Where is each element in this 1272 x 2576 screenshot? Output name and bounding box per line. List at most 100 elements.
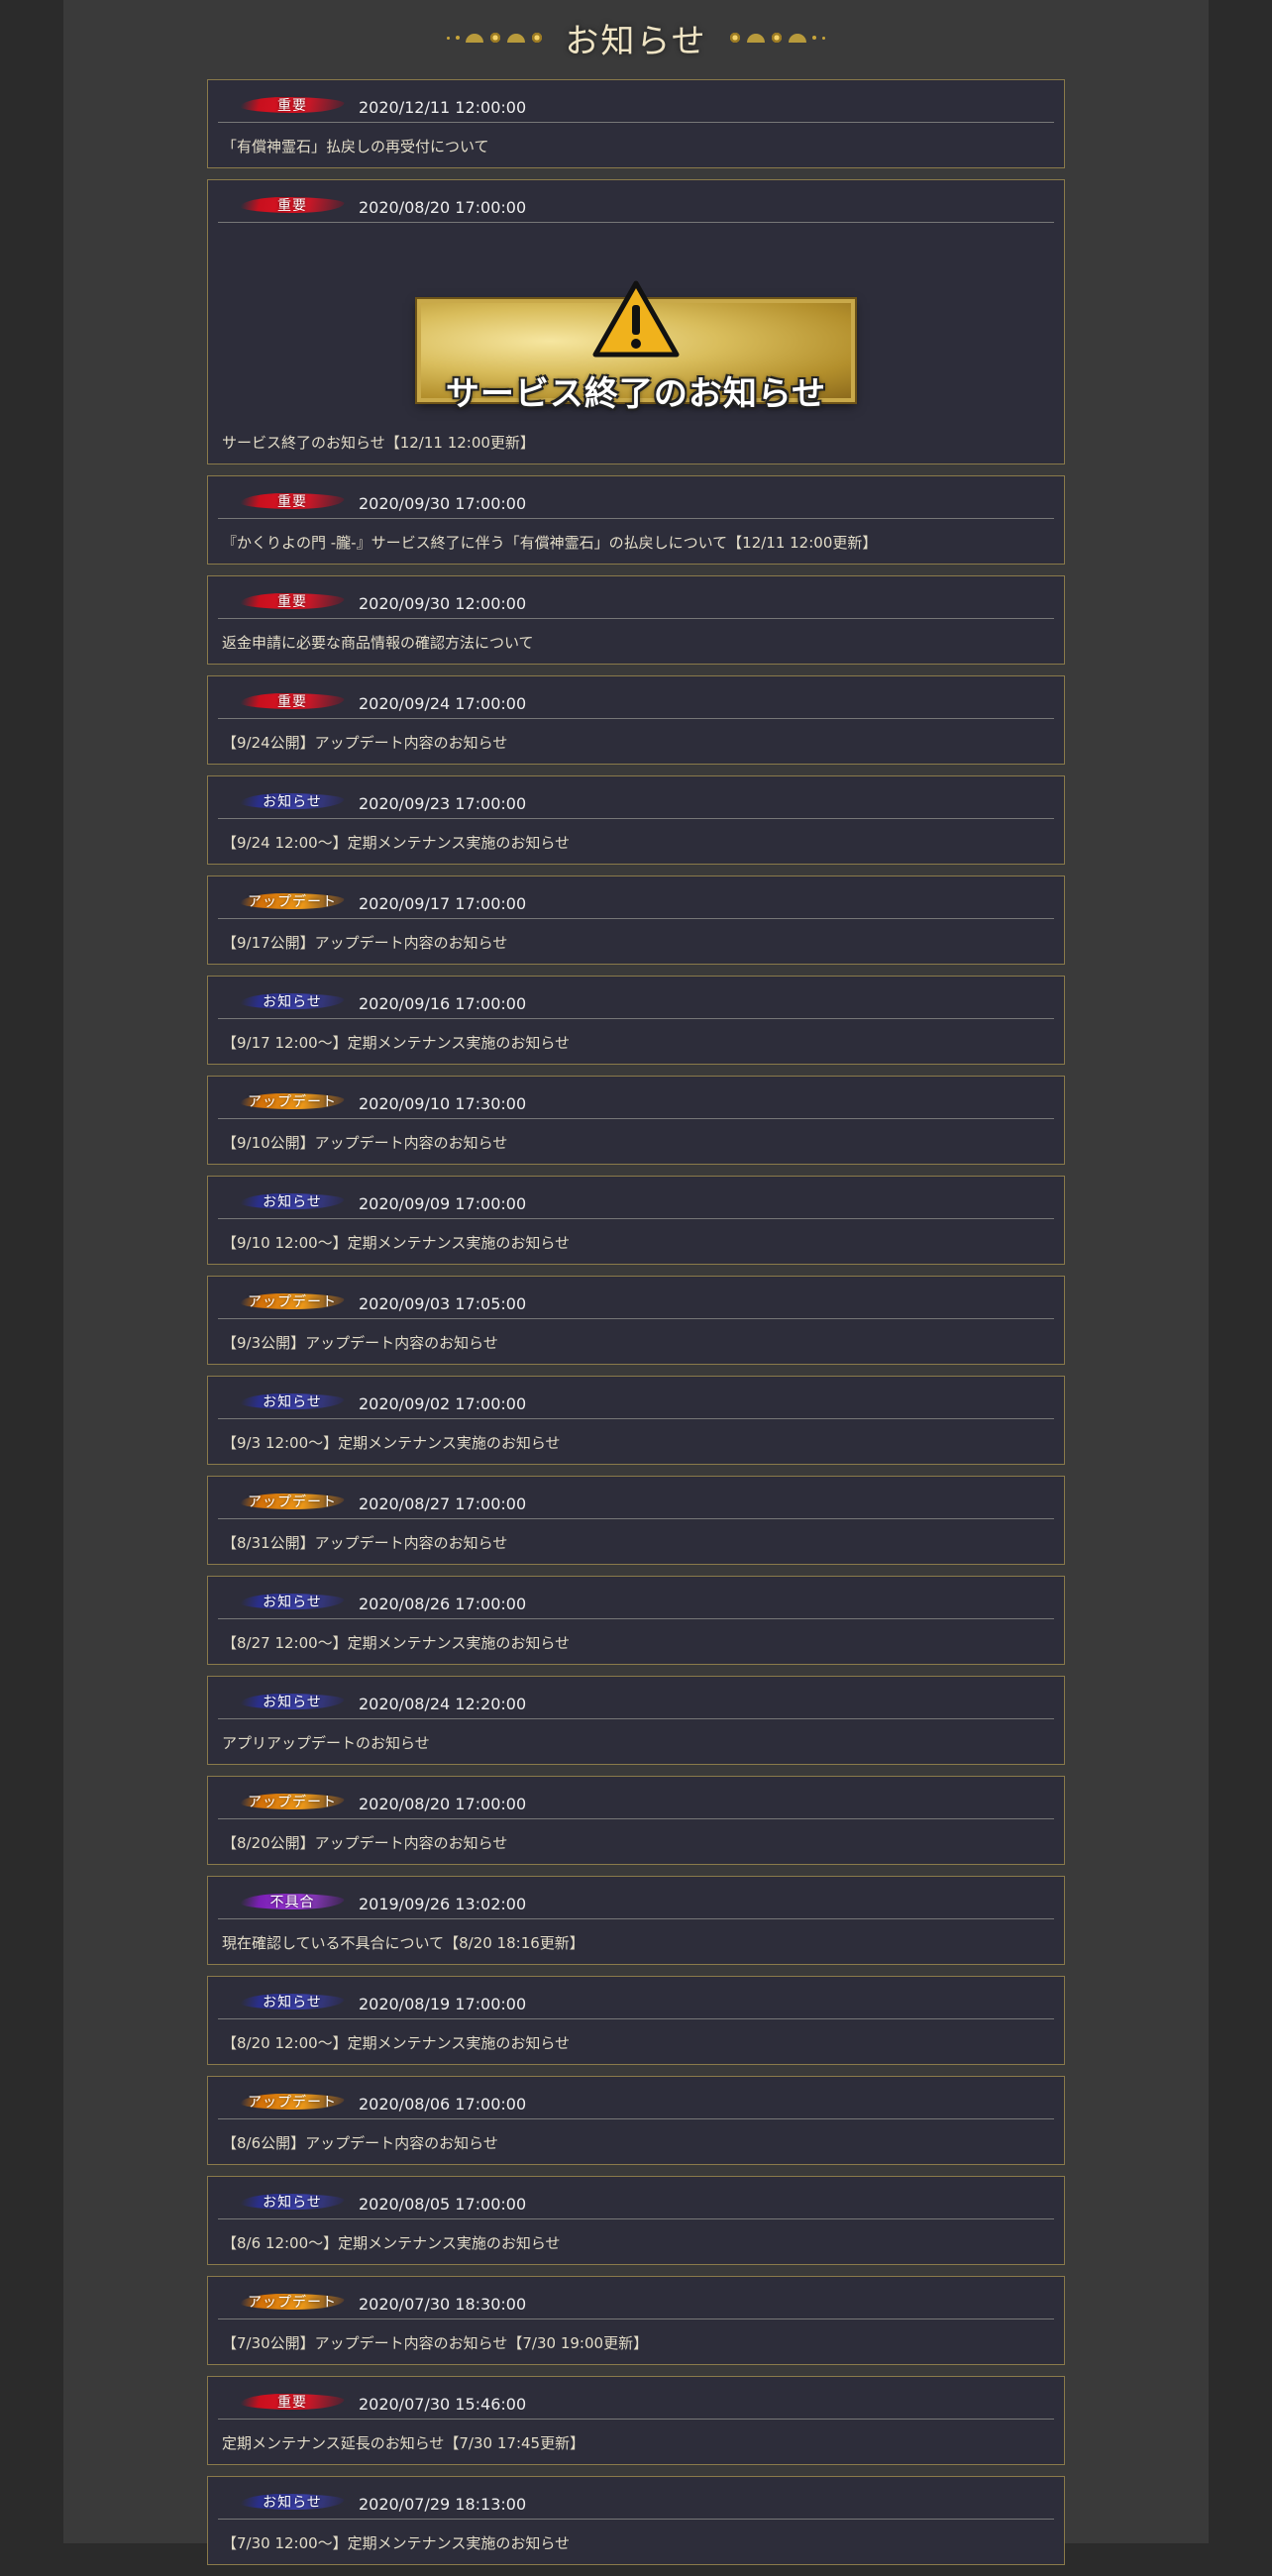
news-title-link[interactable]: 返金申請に必要な商品情報の確認方法について: [222, 632, 1054, 653]
category-label: お知らせ: [263, 1394, 322, 1410]
news-item-header: お知らせ 2020/09/02 17:00:00: [218, 1387, 1054, 1419]
news-item-header: アップデート 2020/07/30 18:30:00: [218, 2287, 1054, 2319]
category-badge: お知らせ: [233, 1189, 352, 1213]
news-item-header: お知らせ 2020/09/23 17:00:00: [218, 786, 1054, 819]
service-end-banner[interactable]: サービス終了のお知らせ: [417, 279, 855, 414]
category-label: 重要: [277, 594, 307, 610]
category-label: お知らせ: [263, 1194, 322, 1210]
news-item[interactable]: お知らせ 2020/08/24 12:20:00 アプリアップデートのお知らせ: [207, 1676, 1065, 1765]
news-date: 2019/09/26 13:02:00: [359, 1895, 527, 1913]
news-date: 2020/08/20 17:00:00: [359, 1795, 527, 1813]
category-label: 重要: [277, 198, 307, 214]
news-title-link[interactable]: アプリアップデートのお知らせ: [222, 1732, 1054, 1753]
news-item[interactable]: お知らせ 2020/08/19 17:00:00 【8/20 12:00～】定期メン…: [207, 1976, 1065, 2065]
news-item[interactable]: アップデート 2020/09/10 17:30:00 【9/10公開】アップデート内…: [207, 1076, 1065, 1165]
category-label: アップデート: [248, 1494, 337, 1510]
news-item[interactable]: アップデート 2020/09/03 17:05:00 【9/3公開】アップデート内容…: [207, 1276, 1065, 1365]
category-badge: お知らせ: [233, 989, 352, 1013]
news-title-link[interactable]: 【9/24公開】アップデート内容のお知らせ: [222, 732, 1054, 753]
news-item-header: お知らせ 2020/08/05 17:00:00: [218, 2187, 1054, 2219]
category-badge: お知らせ: [233, 1390, 352, 1413]
category-badge: アップデート: [233, 1790, 352, 1813]
news-title-link[interactable]: 【8/31公開】アップデート内容のお知らせ: [222, 1532, 1054, 1553]
news-title-link[interactable]: 【9/3 12:00～】定期メンテナンス実施のお知らせ: [222, 1432, 1054, 1453]
page-title: お知らせ: [565, 21, 707, 61]
news-item[interactable]: お知らせ 2020/08/05 17:00:00 【8/6 12:00～】定期メンテ…: [207, 2176, 1065, 2265]
news-item[interactable]: お知らせ 2020/09/02 17:00:00 【9/3 12:00～】定期メンテ…: [207, 1376, 1065, 1465]
news-title-link[interactable]: 【9/17 12:00～】定期メンテナンス実施のお知らせ: [222, 1032, 1054, 1053]
news-title-link[interactable]: 【9/3公開】アップデート内容のお知らせ: [222, 1332, 1054, 1353]
news-item[interactable]: 重要 2020/07/30 15:46:00 定期メンテナンス延長のお知らせ【7/3…: [207, 2376, 1065, 2465]
news-title-link[interactable]: 【9/17公開】アップデート内容のお知らせ: [222, 932, 1054, 953]
news-item[interactable]: お知らせ 2020/07/29 18:13:00 【7/30 12:00～】定期メン…: [207, 2476, 1065, 2565]
news-title-link[interactable]: 【8/20公開】アップデート内容のお知らせ: [222, 1832, 1054, 1853]
news-title-link[interactable]: 【9/24 12:00～】定期メンテナンス実施のお知らせ: [222, 832, 1054, 853]
news-date: 2020/07/30 15:46:00: [359, 2395, 527, 2414]
news-date: 2020/08/19 17:00:00: [359, 1995, 527, 2013]
category-label: 重要: [277, 494, 307, 510]
news-item[interactable]: アップデート 2020/08/20 17:00:00 【8/20公開】アップデート内…: [207, 1776, 1065, 1865]
news-date: 2020/09/30 17:00:00: [359, 494, 527, 513]
category-label: お知らせ: [263, 2495, 322, 2511]
news-title-link[interactable]: 【9/10公開】アップデート内容のお知らせ: [222, 1132, 1054, 1153]
news-item[interactable]: お知らせ 2020/09/16 17:00:00 【9/17 12:00～】定期メン…: [207, 976, 1065, 1065]
news-item[interactable]: 重要 2020/09/30 12:00:00 返金申請に必要な商品情報の確認方法につ…: [207, 575, 1065, 665]
news-item[interactable]: アップデート 2020/08/06 17:00:00 【8/6公開】アップデート内容…: [207, 2076, 1065, 2165]
news-item[interactable]: 重要 2020/12/11 12:00:00 「有償神霊石」払戻しの再受付について: [207, 79, 1065, 168]
category-badge: お知らせ: [233, 1990, 352, 2013]
news-title-link[interactable]: 【8/20 12:00～】定期メンテナンス実施のお知らせ: [222, 2032, 1054, 2053]
news-item-header: アップデート 2020/09/17 17:00:00: [218, 886, 1054, 919]
news-title-link[interactable]: 「有償神霊石」払戻しの再受付について: [222, 136, 1054, 156]
news-title-link[interactable]: 【8/27 12:00～】定期メンテナンス実施のお知らせ: [222, 1632, 1054, 1653]
news-date: 2020/07/30 18:30:00: [359, 2295, 527, 2314]
news-item[interactable]: 重要 2020/09/24 17:00:00 【9/24公開】アップデート内容のお知…: [207, 675, 1065, 765]
category-label: お知らせ: [263, 1695, 322, 1710]
news-item[interactable]: アップデート 2020/08/27 17:00:00 【8/31公開】アップデート内…: [207, 1476, 1065, 1565]
ornament-left-icon: [447, 32, 544, 44]
news-date: 2020/09/24 17:00:00: [359, 694, 527, 713]
news-item-header: お知らせ 2020/08/26 17:00:00: [218, 1587, 1054, 1619]
news-item-header: お知らせ 2020/09/09 17:00:00: [218, 1186, 1054, 1219]
news-date: 2020/08/20 17:00:00: [359, 198, 527, 217]
category-label: 不具合: [269, 1895, 315, 1910]
news-title-link[interactable]: 定期メンテナンス延長のお知らせ【7/30 17:45更新】: [222, 2432, 1054, 2453]
news-title-link[interactable]: サービス終了のお知らせ【12/11 12:00更新】: [222, 432, 1054, 453]
news-title-link[interactable]: 現在確認している不具合について【8/20 18:16更新】: [222, 1932, 1054, 1953]
news-title-link[interactable]: 【8/6公開】アップデート内容のお知らせ: [222, 2132, 1054, 2153]
category-badge: お知らせ: [233, 1590, 352, 1613]
news-title-link[interactable]: 【8/6 12:00～】定期メンテナンス実施のお知らせ: [222, 2232, 1054, 2253]
news-date: 2020/08/26 17:00:00: [359, 1595, 527, 1613]
news-date: 2020/08/06 17:00:00: [359, 2095, 527, 2113]
news-item-header: 重要 2020/09/24 17:00:00: [218, 686, 1054, 719]
news-date: 2020/08/24 12:20:00: [359, 1695, 527, 1713]
news-item[interactable]: アップデート 2020/09/17 17:00:00 【9/17公開】アップデート内…: [207, 876, 1065, 965]
news-date: 2020/08/05 17:00:00: [359, 2195, 527, 2214]
news-title-link[interactable]: 【9/10 12:00～】定期メンテナンス実施のお知らせ: [222, 1232, 1054, 1253]
ornament-right-icon: [728, 32, 825, 44]
news-item[interactable]: 不具合 2019/09/26 13:02:00 現在確認している不具合について【8/…: [207, 1876, 1065, 1965]
news-date: 2020/09/16 17:00:00: [359, 994, 527, 1013]
news-item-header: お知らせ 2020/08/24 12:20:00: [218, 1687, 1054, 1719]
news-title-link[interactable]: 【7/30公開】アップデート内容のお知らせ【7/30 19:00更新】: [222, 2332, 1054, 2353]
news-item-header: アップデート 2020/08/06 17:00:00: [218, 2087, 1054, 2119]
news-item-header: 重要 2020/08/20 17:00:00: [218, 190, 1054, 223]
news-item[interactable]: お知らせ 2020/09/09 17:00:00 【9/10 12:00～】定期メン…: [207, 1176, 1065, 1265]
news-item-header: 不具合 2019/09/26 13:02:00: [218, 1887, 1054, 1919]
category-badge: アップデート: [233, 1289, 352, 1313]
news-item[interactable]: 重要 2020/08/20 17:00:00 サービス終了のお知らせサービス終了のお…: [207, 179, 1065, 464]
news-title-link[interactable]: 『かくりよの門 -朧-』サービス終了に伴う「有償神霊石」の払戻しについて【12/…: [222, 532, 1054, 553]
news-item-header: アップデート 2020/08/27 17:00:00: [218, 1487, 1054, 1519]
news-item-header: アップデート 2020/09/03 17:05:00: [218, 1287, 1054, 1319]
news-item[interactable]: お知らせ 2020/08/26 17:00:00 【8/27 12:00～】定期メン…: [207, 1576, 1065, 1665]
category-label: お知らせ: [263, 994, 322, 1010]
news-item[interactable]: お知らせ 2020/09/23 17:00:00 【9/24 12:00～】定期メン…: [207, 775, 1065, 865]
news-date: 2020/09/30 12:00:00: [359, 594, 527, 613]
category-label: お知らせ: [263, 794, 322, 810]
category-badge: 重要: [233, 2390, 352, 2414]
news-item[interactable]: アップデート 2020/07/30 18:30:00 【7/30公開】アップデート内…: [207, 2276, 1065, 2365]
news-item-header: 重要 2020/09/30 17:00:00: [218, 486, 1054, 519]
news-date: 2020/09/10 17:30:00: [359, 1094, 527, 1113]
news-item-header: アップデート 2020/09/10 17:30:00: [218, 1086, 1054, 1119]
news-item[interactable]: 重要 2020/09/30 17:00:00 『かくりよの門 -朧-』サービス終了に…: [207, 475, 1065, 565]
news-item-header: アップデート 2020/08/20 17:00:00: [218, 1787, 1054, 1819]
